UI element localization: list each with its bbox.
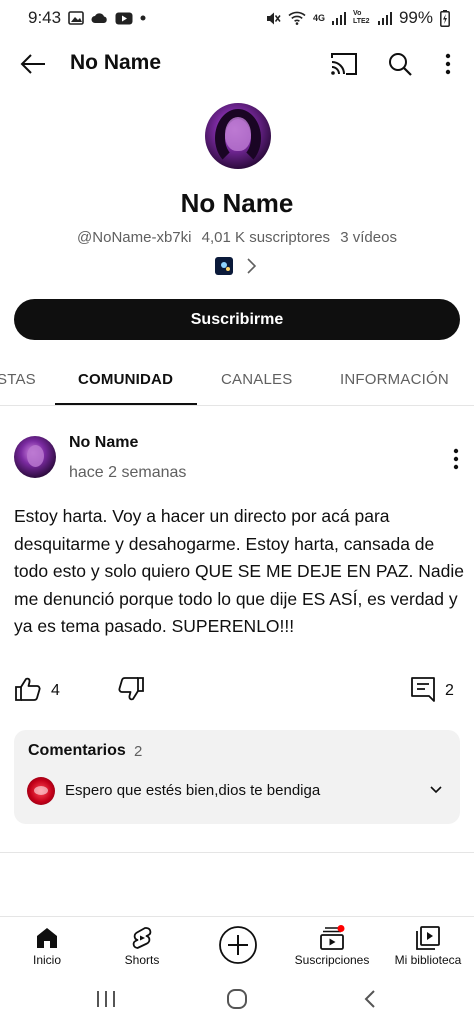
nav-subscriptions-label: Suscripciones [294, 953, 370, 967]
home-icon [37, 928, 57, 948]
search-icon[interactable] [386, 50, 414, 78]
video-count: 3 vídeos [340, 229, 397, 246]
home-button-icon[interactable] [225, 988, 249, 1010]
page-title: No Name [70, 51, 162, 74]
chevron-down-icon[interactable] [428, 784, 444, 796]
cast-icon[interactable] [330, 51, 358, 77]
battery-percent: 99% [398, 8, 433, 27]
wifi-icon [288, 11, 306, 25]
channel-links[interactable] [215, 257, 257, 275]
comments-title: Comentarios [28, 742, 126, 759]
nav-subscriptions[interactable]: Suscripciones [290, 917, 374, 975]
like-count: 4 [51, 682, 60, 699]
system-navigation-bar [0, 974, 474, 1026]
comment-count: 2 [445, 682, 454, 699]
nav-home[interactable]: Inicio [17, 917, 77, 975]
nav-shorts-label: Shorts [124, 953, 160, 967]
nav-shorts[interactable]: Shorts [112, 917, 172, 975]
image-icon [68, 11, 84, 25]
create-icon[interactable] [218, 925, 258, 965]
active-tab-indicator [55, 403, 197, 405]
nav-library[interactable]: Mi biblioteca [389, 917, 467, 975]
network-type-label: 4G [312, 12, 325, 23]
post-more-icon[interactable] [446, 447, 466, 471]
chevron-right-icon [247, 258, 257, 274]
commenter-avatar [27, 777, 55, 805]
top-comment-text: Espero que estés bien,dios te bendiga [65, 782, 321, 799]
thumbs-down-icon[interactable] [117, 676, 145, 702]
dot-icon [140, 15, 146, 21]
post-author-avatar[interactable] [14, 436, 56, 478]
subscriber-count: 4,01 K suscriptores [201, 229, 331, 246]
tab-playlists[interactable]: STAS [0, 371, 36, 388]
shorts-icon [132, 927, 152, 949]
more-vertical-icon[interactable] [438, 50, 458, 78]
cloud-icon [91, 13, 107, 23]
channel-handle: @NoName-xb7ki [77, 229, 192, 246]
battery-icon [440, 9, 450, 27]
nav-library-label: Mi biblioteca [394, 953, 462, 967]
thumbs-up-icon[interactable] [14, 676, 42, 702]
post-body: Estoy harta. Voy a hacer un directo por … [14, 506, 465, 636]
tab-channels[interactable]: CANALES [221, 371, 292, 388]
status-time: 9:43 [28, 8, 62, 27]
section-divider [0, 852, 474, 853]
comment-icon[interactable] [410, 676, 436, 702]
signal-icon-2 [377, 11, 392, 25]
tab-community[interactable]: COMUNIDAD [78, 371, 173, 388]
post-author[interactable]: No Name [69, 434, 138, 452]
recents-icon[interactable] [94, 988, 118, 1010]
channel-name: No Name [180, 188, 294, 218]
channel-tabs: STAS COMUNIDAD CANALES INFORMACIÓN [0, 358, 474, 406]
comments-section[interactable]: Comentarios 2 Espero que estés bien,dios… [14, 730, 460, 824]
status-bar: 9:43 4G Vo LTE2 99% [0, 0, 474, 36]
youtube-icon [115, 12, 133, 24]
tab-about[interactable]: INFORMACIÓN [340, 371, 449, 388]
channel-avatar[interactable] [205, 103, 271, 169]
nav-home-label: Inicio [32, 953, 61, 967]
subscribe-button[interactable]: Suscribirme [14, 299, 460, 340]
subscriptions-icon [320, 925, 345, 950]
arrow-left-icon[interactable] [18, 50, 48, 78]
library-icon [416, 926, 440, 950]
back-button-icon[interactable] [359, 988, 383, 1010]
volte-label: Vo LTE2 [352, 10, 370, 25]
comments-total: 2 [134, 743, 143, 760]
app-bar: No Name [0, 38, 474, 90]
link-favicon-icon [215, 257, 233, 275]
mute-icon [266, 12, 281, 24]
signal-icon [331, 11, 346, 25]
post-timestamp: hace 2 semanas [69, 464, 187, 481]
channel-meta: @NoName-xb7ki 4,01 K suscriptores 3 víde… [0, 229, 474, 246]
